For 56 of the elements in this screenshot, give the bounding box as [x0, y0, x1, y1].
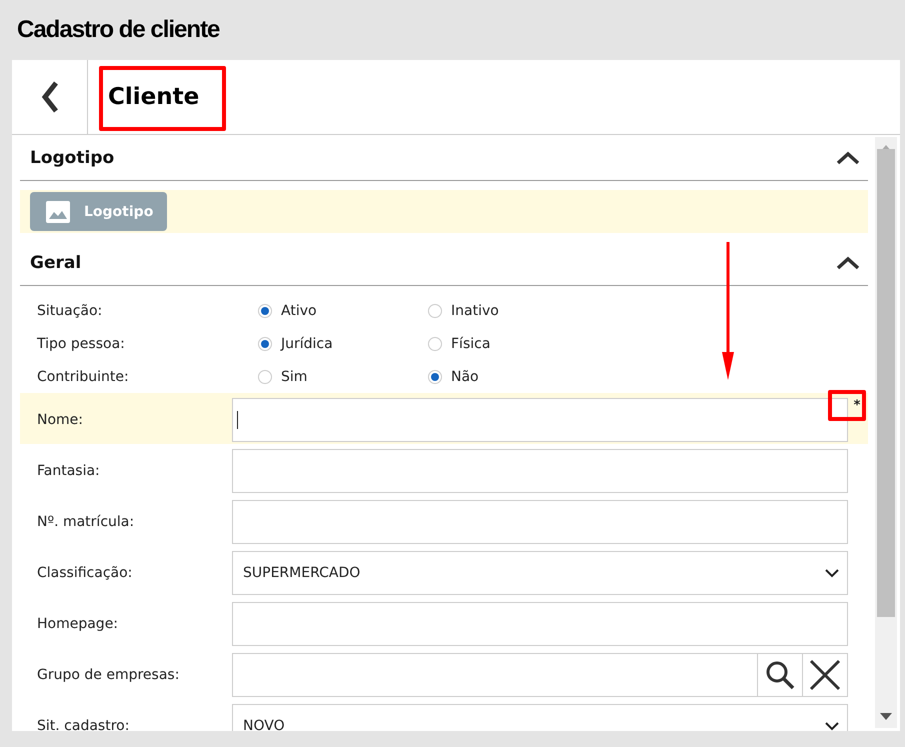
field-label: Tipo pessoa:: [37, 336, 126, 352]
collapse-button[interactable]: [836, 256, 860, 270]
select-field[interactable]: NOVO: [232, 704, 848, 731]
chevron-down-icon: [825, 568, 839, 578]
section-header[interactable]: Logotipo: [20, 135, 868, 181]
radio-button[interactable]: [258, 304, 272, 318]
text-field[interactable]: [232, 398, 848, 442]
field-label: Sit. cadastro:: [36, 718, 130, 731]
radio-label: Ativo: [281, 302, 317, 318]
highlight-frame: [828, 390, 866, 421]
collapse-button[interactable]: [836, 150, 860, 164]
radio-option[interactable]: Ativo: [258, 302, 428, 318]
radio-label: Inativo: [451, 302, 499, 318]
radio-option[interactable]: Inativo: [428, 302, 628, 318]
radio-button[interactable]: [258, 336, 272, 350]
radio-option[interactable]: Não: [428, 368, 628, 384]
chevron-down-icon: [825, 722, 839, 730]
header-title: Cliente: [108, 84, 200, 110]
field-label: Homepage:: [36, 616, 120, 632]
select-field[interactable]: SUPERMERCADO: [232, 551, 848, 595]
text-field[interactable]: [232, 500, 848, 544]
lookup-field[interactable]: [232, 653, 848, 697]
text-field[interactable]: [232, 449, 848, 493]
section-header[interactable]: Geral: [20, 240, 868, 286]
field-label: Situação:: [37, 302, 104, 318]
page-title: Cadastro de cliente: [17, 16, 220, 44]
radio-label: Sim: [281, 368, 308, 384]
radio-button[interactable]: [258, 370, 272, 384]
search-icon: [764, 659, 796, 691]
field-label: Nome:: [36, 412, 84, 428]
scroll-down-icon: [880, 713, 892, 720]
field-label: Nº. matrícula:: [36, 514, 136, 530]
radio-option[interactable]: Jurídica: [258, 336, 428, 352]
chevron-left-icon: [40, 80, 60, 114]
section-title: Geral: [30, 252, 82, 272]
field-label: Grupo de empresas:: [36, 667, 180, 683]
radio-label: Física: [451, 336, 490, 352]
field-label: Fantasia:: [36, 463, 101, 479]
text-field[interactable]: [232, 602, 848, 646]
radio-label: Jurídica: [281, 336, 333, 352]
section-title: Logotipo: [30, 148, 114, 168]
required-marker: *: [852, 398, 862, 413]
chevron-up-icon: [836, 150, 860, 164]
radio-label: Não: [451, 368, 479, 384]
scrollbar-thumb[interactable]: [877, 148, 895, 616]
close-icon: [809, 659, 841, 691]
radio-button[interactable]: [428, 370, 442, 384]
field-label: Classificação:: [36, 565, 134, 581]
scrollbar[interactable]: [875, 137, 897, 728]
chevron-up-icon: [836, 256, 860, 270]
image-icon: [46, 200, 70, 222]
field-label: Contribuinte:: [37, 368, 130, 384]
radio-button[interactable]: [428, 336, 442, 350]
radio-option[interactable]: Física: [428, 336, 628, 352]
radio-option[interactable]: Sim: [258, 368, 428, 384]
radio-button[interactable]: [428, 304, 442, 318]
